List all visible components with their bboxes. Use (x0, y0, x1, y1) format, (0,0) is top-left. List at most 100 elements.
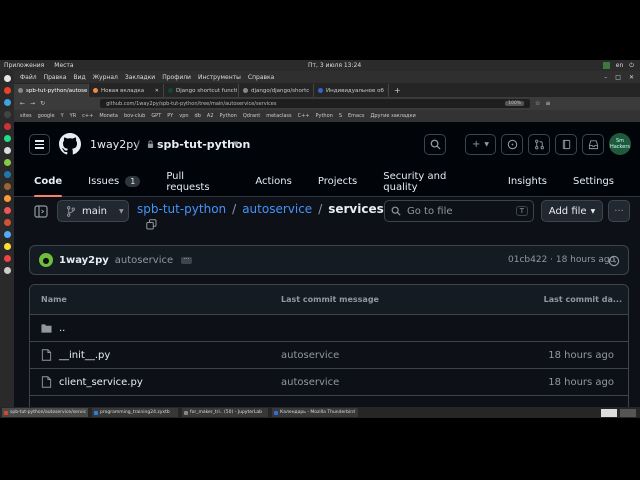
star-icon[interactable]: ☆ (535, 100, 540, 107)
browser-tab[interactable]: Django shortcut functi ✕ (164, 84, 239, 97)
go-to-file-input[interactable]: Go to file T (384, 200, 534, 222)
bookmark-item[interactable]: Emacs (348, 113, 364, 119)
history-icon[interactable] (608, 255, 620, 267)
bookmark-item[interactable]: vpn (179, 113, 188, 119)
taskbar-item[interactable]: spb-tut-python/autoservice/servic (2, 408, 88, 417)
table-row[interactable]: __init__.py autoservice 18 hours ago (30, 342, 628, 369)
forward-icon[interactable]: → (30, 100, 35, 107)
tab-pull-requests[interactable]: Pull requests (166, 166, 229, 197)
bookmark-item[interactable]: Y (61, 113, 64, 119)
menu-help[interactable]: Справка (248, 74, 274, 81)
dock-app-icon[interactable] (3, 147, 11, 154)
parent-directory-link[interactable]: .. (59, 323, 65, 334)
tab-insights[interactable]: Insights (508, 166, 547, 197)
browser-tab[interactable]: django/django/shortc ✕ (239, 84, 314, 97)
tab-security[interactable]: Security and quality (383, 166, 482, 197)
workspace-1[interactable] (601, 408, 617, 417)
dock-app-icon[interactable] (3, 123, 11, 130)
repo-owner-link[interactable]: 1way2py (90, 138, 140, 151)
system-menu-applications[interactable]: Приложения (4, 62, 44, 69)
notifications-button[interactable] (582, 134, 604, 155)
browser-tab[interactable]: Индивидуальное об ✕ (314, 84, 389, 97)
tab-issues[interactable]: Issues 1 (88, 166, 141, 197)
bookmark-item[interactable]: C++ (298, 113, 310, 119)
issues-button[interactable] (501, 134, 523, 155)
browser-tab[interactable]: Новая вкладка ✕ (89, 84, 164, 97)
dock-app-icon[interactable] (3, 267, 11, 274)
url-bar[interactable]: github.com/1way2py/spb-tut-python/tree/m… (100, 99, 531, 108)
branch-selector[interactable]: main ▼ (57, 200, 129, 222)
table-row[interactable]: client_service.py autoservice 18 hours a… (30, 369, 628, 396)
user-avatar[interactable]: Sm Hackers (609, 133, 631, 155)
tab-close-icon[interactable]: ✕ (155, 88, 159, 94)
expand-file-tree-icon[interactable] (34, 205, 48, 218)
dock-app-icon[interactable] (3, 159, 11, 166)
menu-profiles[interactable]: Профили (162, 74, 191, 81)
tray-app-icon[interactable] (602, 62, 610, 69)
dock-app-icon[interactable] (3, 231, 11, 238)
bookmark-item[interactable]: Другие закладки (370, 113, 415, 119)
bookmark-item[interactable]: Python (315, 113, 332, 119)
dock-app-icon[interactable] (3, 75, 11, 82)
reload-icon[interactable]: ↻ (40, 100, 45, 107)
bookmark-item[interactable]: GPT (151, 113, 161, 119)
dock-app-icon[interactable] (3, 219, 11, 226)
repositories-button[interactable] (555, 134, 577, 155)
create-new-button[interactable]: + ▼ (465, 134, 496, 155)
bookmark-item[interactable]: YR (70, 113, 77, 119)
breadcrumb-repo-link[interactable]: spb-tut-python (137, 202, 226, 216)
menu-edit[interactable]: Правка (44, 74, 67, 81)
breadcrumb-dir-link[interactable]: autoservice (242, 202, 312, 216)
bookmark-item[interactable]: Python (220, 113, 237, 119)
menu-icon[interactable]: ≡ (545, 100, 550, 107)
bookmark-item[interactable]: S (339, 113, 342, 119)
file-commit-message[interactable]: autoservice (281, 350, 339, 361)
bookmark-item[interactable]: metaclass (266, 113, 291, 119)
tab-projects[interactable]: Projects (318, 166, 357, 197)
commit-hash-time[interactable]: 01cb422 · 18 hours ago (508, 255, 615, 265)
hamburger-menu-button[interactable] (29, 134, 50, 155)
bookmark-item[interactable]: c++ (82, 113, 93, 119)
menu-tools[interactable]: Инструменты (198, 74, 241, 81)
bookmark-item[interactable]: google (38, 113, 55, 119)
dock-app-icon[interactable] (3, 135, 11, 142)
add-file-button[interactable]: Add file ▼ (541, 200, 603, 222)
pull-requests-button[interactable] (528, 134, 550, 155)
commit-author-link[interactable]: 1way2py (59, 255, 109, 266)
commit-message-link[interactable]: autoservice (115, 255, 173, 266)
system-clock[interactable]: Пт, 3 июля 13:24 (308, 62, 361, 69)
taskbar-item[interactable]: Календарь - Mozilla Thunderbird (272, 408, 358, 417)
tab-actions[interactable]: Actions (255, 166, 292, 197)
file-commit-message[interactable]: autoservice (281, 377, 339, 388)
table-row[interactable]: .. (30, 315, 628, 342)
power-icon[interactable]: ⏻ (629, 62, 634, 70)
copy-icon[interactable] (146, 219, 157, 230)
dock-firefox-icon[interactable] (3, 87, 11, 94)
taskbar-item[interactable]: for_maker_tri.. (50) - JupyterLab (182, 408, 268, 417)
zoom-level[interactable]: 100% (505, 101, 525, 106)
menu-bookmarks[interactable]: Закладки (125, 74, 155, 81)
dock-app-icon[interactable] (3, 183, 11, 190)
workspace-2[interactable] (620, 408, 636, 417)
bookmark-item[interactable]: A2 (207, 113, 214, 119)
bookmark-item[interactable]: bov-club (124, 113, 145, 119)
bookmark-item[interactable]: sites (20, 113, 32, 119)
file-name-link[interactable]: __init__.py (59, 350, 110, 361)
menu-history[interactable]: Журнал (93, 74, 118, 81)
bookmark-item[interactable]: Qdrant (243, 113, 260, 119)
close-icon[interactable]: ✕ (629, 74, 634, 81)
dock-app-icon[interactable] (3, 243, 11, 250)
dock-app-icon[interactable] (3, 99, 11, 106)
more-options-button[interactable]: ··· (608, 200, 630, 222)
maximize-icon[interactable]: □ (615, 74, 621, 81)
dock-app-icon[interactable] (3, 171, 11, 178)
minimize-icon[interactable]: – (604, 74, 607, 81)
bookmark-item[interactable]: Moneta (99, 113, 118, 119)
new-tab-button[interactable]: + (389, 86, 406, 95)
search-button[interactable] (424, 134, 446, 155)
author-avatar[interactable]: ● (39, 253, 53, 267)
file-name-link[interactable]: client_service.py (59, 377, 143, 388)
github-logo-icon[interactable] (59, 133, 81, 155)
tab-settings[interactable]: Settings (573, 166, 614, 197)
taskbar-item[interactable]: programming_training24.zyxtb (92, 408, 178, 417)
